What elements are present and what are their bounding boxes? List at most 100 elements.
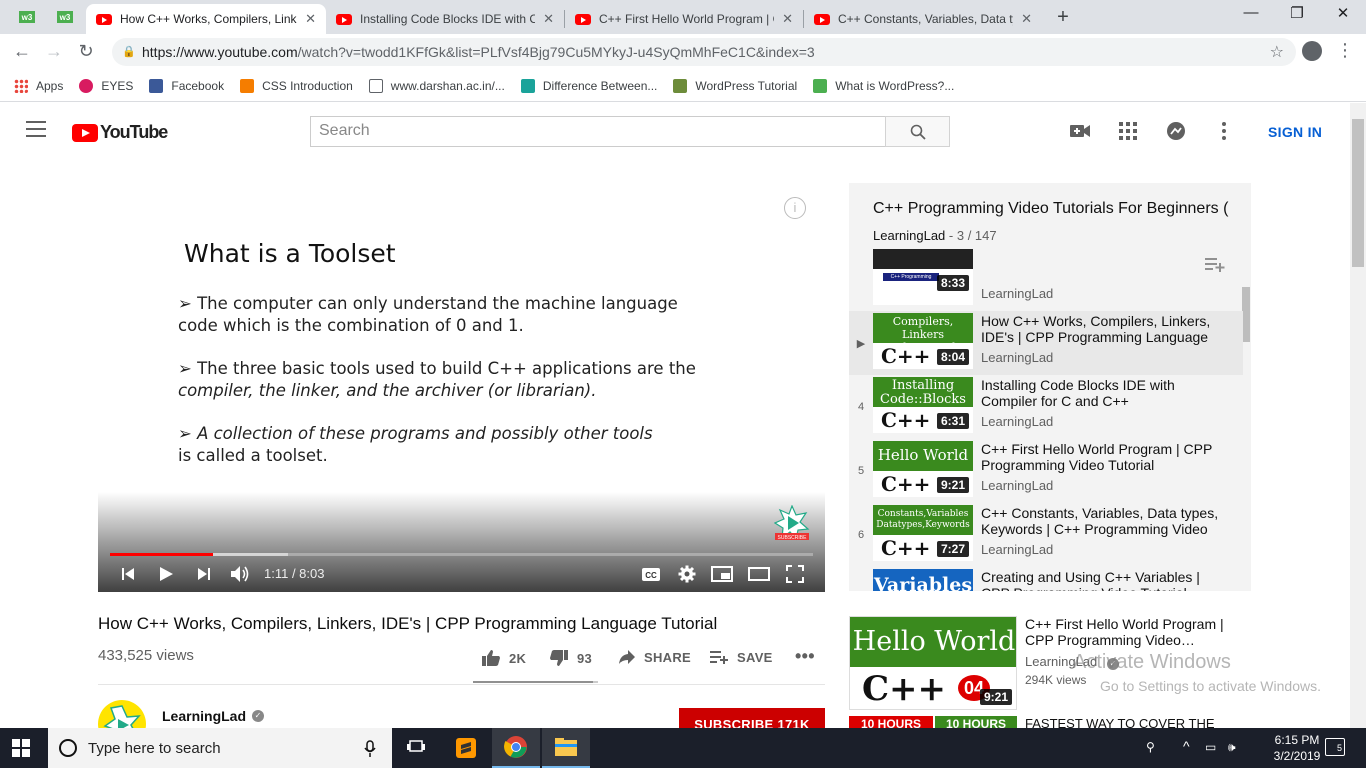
tab-w3schools-2[interactable]: w3 [50, 6, 80, 28]
minimize-button[interactable]: — [1228, 4, 1274, 21]
playlist-item[interactable]: Variables Creating and Using C++ Variabl… [849, 567, 1243, 591]
tray-overflow-icon[interactable]: ^ [1183, 738, 1190, 754]
recommended-title: C++ First Hello World Program | CPP Prog… [1025, 616, 1224, 648]
chrome-menu-icon[interactable]: ⋮ [1336, 40, 1354, 61]
microphone-icon[interactable] [364, 740, 376, 758]
bookmark-item[interactable]: WordPress Tutorial [673, 78, 797, 93]
bookmark-item[interactable]: EYES [79, 78, 133, 93]
bookmark-item[interactable]: Facebook [149, 78, 225, 93]
messages-icon[interactable] [1165, 120, 1187, 142]
bookmark-label: Facebook [171, 78, 225, 93]
sentiment-like-fill [473, 681, 593, 683]
playlist-title[interactable]: C++ Programming Video Tutorials For Begi… [873, 200, 1233, 218]
bookmark-item[interactable]: Apps [14, 78, 64, 93]
recommended-thumbnail: Hello World C++ 04 9:21 [849, 616, 1017, 710]
task-view-icon[interactable] [392, 728, 440, 768]
playlist-scrollbar[interactable] [1242, 287, 1250, 342]
file-explorer-icon[interactable] [542, 728, 590, 768]
bookmark-label: Apps [36, 78, 64, 93]
forward-icon[interactable]: → [42, 41, 66, 62]
sublime-text-icon[interactable] [442, 728, 490, 768]
theater-mode-icon[interactable] [747, 564, 771, 584]
playlist-thumbnail: Compilers, Linkers Archivers, Ide C++ 8:… [873, 313, 973, 369]
tab-constants-variables[interactable]: C++ Constants, Variables, Data types, Ke… [804, 4, 1042, 34]
windows-start-icon[interactable] [12, 739, 30, 757]
page-scrollbar[interactable] [1350, 103, 1366, 728]
system-clock[interactable]: 6:15 PM 3/2/2019 [1272, 732, 1322, 764]
hamburger-menu-icon[interactable] [26, 121, 46, 137]
share-icon [619, 650, 635, 664]
battery-icon[interactable]: ▭ [1205, 740, 1216, 754]
search-button[interactable] [885, 116, 950, 147]
tab-hello-world[interactable]: C++ First Hello World Program | CPP Prog… [565, 4, 803, 34]
bookmark-item[interactable]: CSS Introduction [240, 78, 353, 93]
next-recommendation[interactable]: 10 HOURS 10 HOURS FASTEST WAY TO COVER T… [849, 716, 1249, 728]
maximize-button[interactable]: ❐ [1274, 4, 1320, 22]
dislike-button[interactable]: 93 [549, 649, 592, 667]
like-button[interactable]: 2K [481, 649, 526, 667]
previous-icon[interactable] [118, 564, 138, 584]
close-icon[interactable]: ✕ [1021, 11, 1032, 27]
playlist-item-channel: LearningLad [981, 286, 1054, 301]
miniplayer-icon[interactable] [710, 564, 734, 584]
captions-icon[interactable]: CC [639, 564, 663, 584]
video-player[interactable]: What is a Toolset ➢ The computer can onl… [98, 183, 825, 592]
playlist-item-current[interactable]: ▶ Compilers, Linkers Archivers, Ide C++ … [849, 311, 1243, 375]
sign-in-button[interactable]: SIGN IN [1268, 124, 1322, 140]
tab-installing-codeblocks[interactable]: Installing Code Blocks IDE with Compiler… [326, 4, 564, 34]
youtube-play-logo-icon [72, 123, 98, 142]
bookmark-item[interactable]: What is WordPress?... [813, 78, 954, 93]
fullscreen-icon[interactable] [783, 564, 807, 584]
new-tab-button[interactable]: + [1050, 6, 1076, 28]
bookmark-star-icon[interactable]: ☆ [1270, 42, 1284, 62]
play-icon[interactable] [156, 564, 176, 584]
next-thumb-left: 10 HOURS [849, 716, 933, 728]
hexagon-icon [520, 78, 535, 93]
close-window-button[interactable]: ✕ [1320, 4, 1366, 22]
notifications-icon[interactable]: 5 [1325, 738, 1345, 756]
playlist-item[interactable]: 4 Installing Code::Blocks C++ 6:31 Insta… [849, 375, 1243, 439]
page-scroll-thumb[interactable] [1352, 119, 1364, 267]
bookmark-item[interactable]: www.darshan.ac.in/... [368, 78, 505, 93]
tab-title: C++ Constants, Variables, Data types, Ke… [838, 12, 1013, 26]
progress-bar[interactable] [110, 553, 813, 556]
subscribe-watermark-icon[interactable]: SUBSCRIBE [774, 505, 810, 541]
search-input[interactable]: Search [310, 116, 886, 147]
next-icon[interactable] [194, 564, 214, 584]
playlist-item[interactable]: 6 Constants,Variables Datatypes,Keywords… [849, 503, 1243, 567]
tab-w3schools-1[interactable]: w3 [12, 6, 42, 28]
tab-how-cpp-works[interactable]: How C++ Works, Compilers, Linkers, IDE's… [86, 4, 326, 34]
share-button[interactable]: SHARE [618, 649, 691, 665]
url-field[interactable]: 🔒 https://www.youtube.com/watch?v=twodd1… [112, 38, 1296, 66]
chrome-icon[interactable] [492, 728, 540, 768]
slide-point-1: ➢ The computer can only understand the m… [178, 294, 678, 335]
settings-more-icon[interactable] [1213, 120, 1235, 142]
save-button[interactable]: SAVE [709, 649, 773, 665]
channel-name[interactable]: LearningLad ✓ [162, 708, 265, 724]
volume-icon[interactable] [228, 564, 252, 584]
slide-title: What is a Toolset [184, 239, 396, 268]
taskbar-search-box[interactable]: Type here to search [48, 728, 392, 768]
close-icon[interactable]: ✕ [782, 11, 793, 27]
volume-tray-icon[interactable]: 🕪 [1228, 740, 1236, 755]
bookmark-item[interactable]: Difference Between... [520, 78, 657, 93]
like-count: 2K [509, 650, 527, 666]
create-video-icon[interactable] [1069, 120, 1091, 142]
thumbs-up-icon [482, 650, 500, 666]
slide-point-2-text: ➢ The three basic tools used to build C+… [178, 359, 696, 378]
people-icon[interactable]: ⚲ [1146, 740, 1155, 754]
playlist-item[interactable]: 5 Hello World C++ 9:21 C++ First Hello W… [849, 439, 1243, 503]
reload-icon[interactable]: ↻ [74, 41, 98, 62]
info-icon [813, 78, 828, 93]
settings-gear-icon[interactable] [675, 564, 699, 584]
youtube-logo[interactable]: YouTube [72, 122, 168, 143]
apps-grid-icon[interactable] [1117, 120, 1139, 142]
back-icon[interactable]: ← [10, 41, 34, 62]
recommended-video[interactable]: Hello World C++ 04 9:21 C++ First Hello … [849, 616, 1249, 712]
more-actions-icon[interactable]: ••• [795, 646, 815, 667]
playlist-owner[interactable]: LearningLad [873, 228, 945, 243]
close-icon[interactable]: ✕ [305, 11, 316, 27]
close-icon[interactable]: ✕ [543, 11, 554, 27]
profile-avatar-icon[interactable] [1302, 41, 1322, 61]
info-icon[interactable]: i [784, 197, 806, 219]
